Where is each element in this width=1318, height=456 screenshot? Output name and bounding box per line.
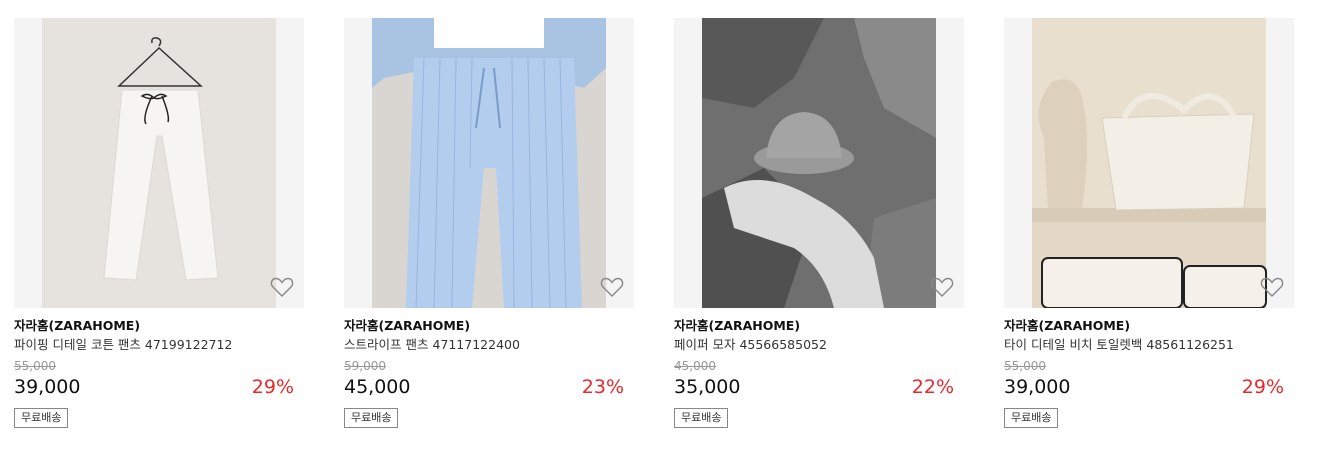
product-name[interactable]: 스트라이프 팬츠 47117122400 [344,336,634,354]
sale-price: 45,000 [344,376,411,398]
heart-outline-icon[interactable] [1260,276,1284,298]
product-brand[interactable]: 자라홈(ZARAHOME) [14,317,304,335]
product-card[interactable]: 자라홈(ZARAHOME) 스트라이프 팬츠 47117122400 59,00… [344,18,634,428]
original-price: 55,000 [1004,359,1046,373]
free-shipping-badge: 무료배송 [1004,408,1059,428]
product-brand[interactable]: 자라홈(ZARAHOME) [344,317,634,335]
product-image[interactable] [344,18,634,308]
free-shipping-badge: 무료배송 [674,408,729,428]
discount-rate: 22% [911,376,954,398]
product-image[interactable] [1004,18,1294,308]
discount-rate: 23% [581,376,624,398]
product-brand[interactable]: 자라홈(ZARAHOME) [1004,317,1294,335]
heart-outline-icon[interactable] [270,276,294,298]
product-card[interactable]: 자라홈(ZARAHOME) 파이핑 디테일 코튼 팬츠 47199122712 … [14,18,304,428]
price-row: 35,000 22% [674,375,964,399]
sale-price: 39,000 [1004,376,1071,398]
product-card[interactable]: 자라홈(ZARAHOME) 타이 디테일 비치 토일렛백 48561126251… [1004,18,1294,428]
product-name[interactable]: 타이 디테일 비치 토일렛백 48561126251 [1004,336,1294,354]
original-price: 59,000 [344,359,386,373]
original-price: 45,000 [674,359,716,373]
price-row: 39,000 29% [14,375,304,399]
discount-rate: 29% [251,376,294,398]
heart-outline-icon[interactable] [930,276,954,298]
sale-price: 35,000 [674,376,741,398]
product-image[interactable] [14,18,304,308]
free-shipping-badge: 무료배송 [344,408,399,428]
product-card[interactable]: 자라홈(ZARAHOME) 페이퍼 모자 45566585052 45,000 … [674,18,964,428]
original-price: 55,000 [14,359,56,373]
heart-outline-icon[interactable] [600,276,624,298]
product-image[interactable] [674,18,964,308]
free-shipping-badge: 무료배송 [14,408,69,428]
product-name[interactable]: 파이핑 디테일 코튼 팬츠 47199122712 [14,336,304,354]
discount-rate: 29% [1241,376,1284,398]
price-row: 45,000 23% [344,375,634,399]
product-brand[interactable]: 자라홈(ZARAHOME) [674,317,964,335]
sale-price: 39,000 [14,376,81,398]
price-row: 39,000 29% [1004,375,1294,399]
product-name[interactable]: 페이퍼 모자 45566585052 [674,336,964,354]
